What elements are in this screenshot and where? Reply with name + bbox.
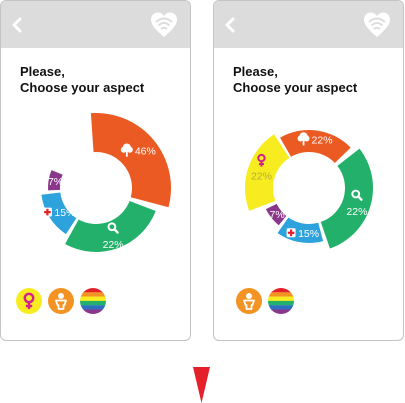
- segment-label-rights: 7%: [48, 176, 63, 188]
- child-filter-chip[interactable]: [236, 288, 262, 314]
- top-bar: [1, 1, 190, 48]
- heading-line-1: Please,: [20, 64, 65, 79]
- back-chevron-icon[interactable]: [11, 16, 23, 34]
- medical-cross-icon: [42, 207, 52, 217]
- heading-line-2: Choose your aspect: [233, 80, 358, 95]
- heart-wifi-logo-icon: [151, 12, 177, 37]
- aspect-donut-chart: 46% 22% 15% 7%: [41, 113, 171, 252]
- donut-segment-search[interactable]: [320, 148, 373, 249]
- child-filter-chip[interactable]: [48, 288, 74, 314]
- back-chevron-icon[interactable]: [224, 16, 236, 34]
- top-bar: [214, 1, 403, 48]
- heart-wifi-logo-icon: [364, 12, 390, 37]
- transition-arrow-icon: [193, 367, 210, 403]
- child-icon: [55, 293, 67, 310]
- segment-label-nature: 22%: [312, 134, 333, 146]
- screen-panel-right: Please, Choose your aspect 22% 22% 15% 7% 22…: [213, 0, 404, 341]
- heading-line-1: Please,: [233, 64, 278, 79]
- segment-label-health: 15%: [298, 228, 319, 240]
- heading-line-2: Choose your aspect: [20, 80, 145, 95]
- medical-cross-icon: [286, 228, 296, 238]
- rainbow-icon: [80, 288, 106, 314]
- rainbow-filter-chip[interactable]: [268, 288, 294, 314]
- female-filter-chip[interactable]: [16, 288, 42, 314]
- child-icon: [243, 293, 255, 310]
- segment-label-rights: 7%: [270, 209, 285, 221]
- segment-label-search: 22%: [346, 206, 367, 218]
- donut-segment-nature[interactable]: [90, 113, 171, 208]
- page-heading: Please, Choose your aspect: [233, 64, 398, 96]
- segment-label-search: 22%: [103, 239, 124, 251]
- rainbow-icon: [268, 288, 294, 314]
- segment-label-women: 22%: [251, 171, 272, 183]
- page-heading: Please, Choose your aspect: [20, 64, 185, 96]
- aspect-donut-chart: 22% 22% 15% 7% 22%: [245, 130, 373, 249]
- screen-panel-left: Please, Choose your aspect 46% 22% 15% 7%: [0, 0, 191, 341]
- rainbow-filter-chip[interactable]: [80, 288, 106, 314]
- female-symbol-icon: [23, 292, 35, 309]
- segment-label-nature: 46%: [135, 146, 156, 158]
- segment-label-health: 15%: [54, 207, 75, 219]
